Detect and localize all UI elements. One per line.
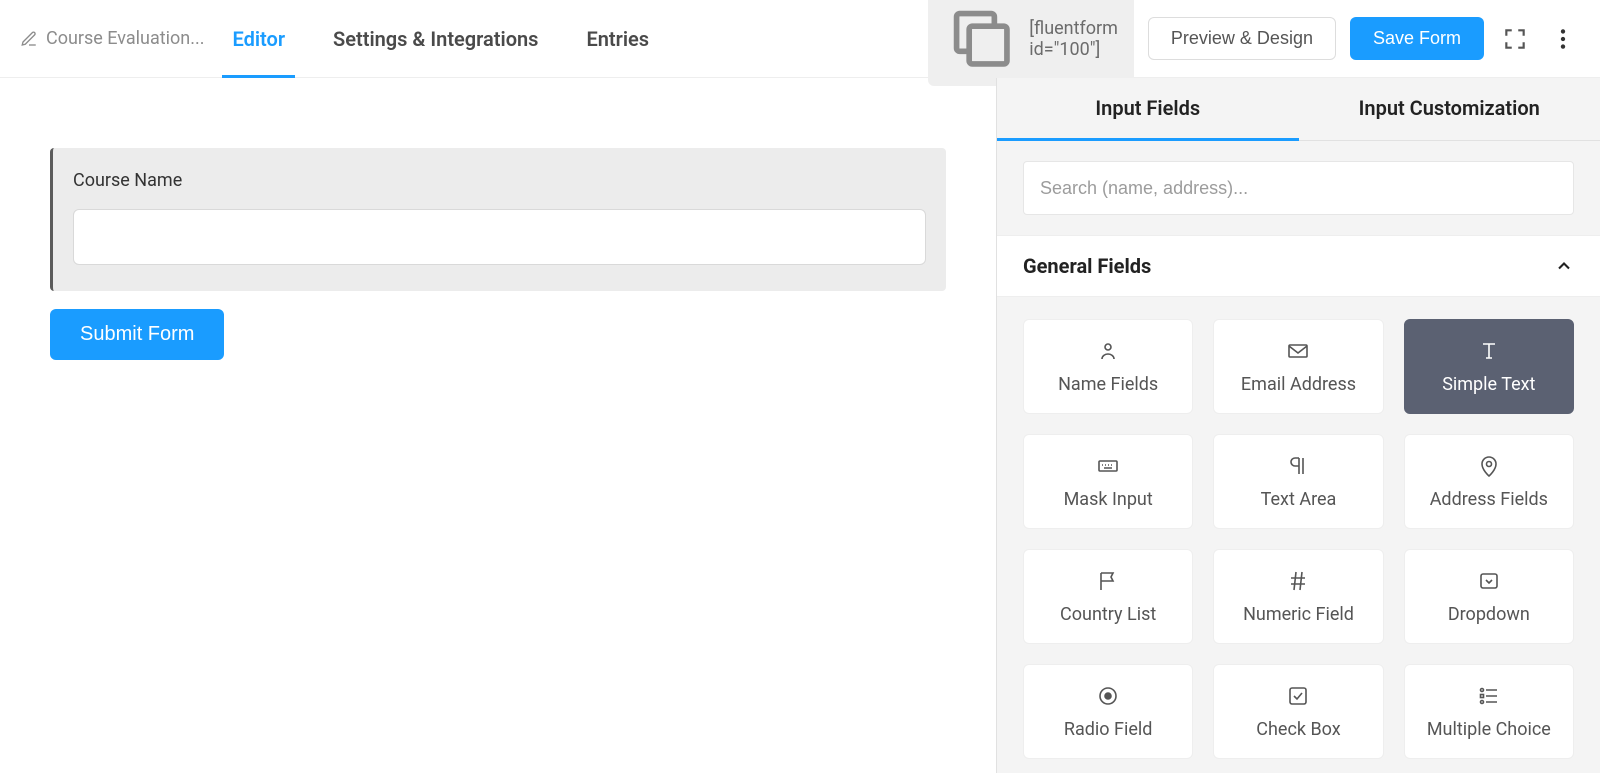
- dropdown-icon: [1476, 568, 1502, 594]
- tab-input-customization[interactable]: Input Customization: [1299, 78, 1600, 141]
- fullscreen-icon: [1502, 26, 1528, 52]
- field-card-label: Country List: [1060, 604, 1156, 625]
- field-card-label: Simple Text: [1442, 374, 1535, 395]
- sidebar-tabs: Input Fields Input Customization: [997, 78, 1600, 141]
- sidebar: Input Fields Input Customization General…: [996, 78, 1600, 773]
- radio-icon: [1095, 683, 1121, 709]
- topbar-right: [fluentform id="100"] Preview & Design S…: [928, 0, 1580, 86]
- search-wrap: [997, 141, 1600, 235]
- tab-input-fields[interactable]: Input Fields: [997, 78, 1299, 141]
- checkbox-icon: [1285, 683, 1311, 709]
- field-card-radio-field[interactable]: Radio Field: [1023, 664, 1193, 759]
- search-input[interactable]: [1023, 161, 1574, 215]
- form-title-text: Course Evaluation...: [46, 28, 204, 49]
- mappin-icon: [1476, 453, 1502, 479]
- field-label: Course Name: [73, 170, 926, 191]
- edit-icon: [20, 30, 38, 48]
- field-card-mask-input[interactable]: Mask Input: [1023, 434, 1193, 529]
- field-input-preview: [73, 209, 926, 265]
- shortcode-box[interactable]: [fluentform id="100"]: [928, 0, 1134, 86]
- field-card-label: Address Fields: [1430, 489, 1548, 510]
- user-icon: [1095, 338, 1121, 364]
- field-card-simple-text[interactable]: Simple Text: [1404, 319, 1574, 414]
- section-general-fields[interactable]: General Fields: [997, 235, 1600, 297]
- field-card-multiple-choice[interactable]: Multiple Choice: [1404, 664, 1574, 759]
- field-card-label: Numeric Field: [1243, 604, 1354, 625]
- field-card-country-list[interactable]: Country List: [1023, 549, 1193, 644]
- shortcode-text: [fluentform id="100"]: [1029, 18, 1118, 60]
- form-field-block[interactable]: Course Name: [50, 148, 946, 291]
- field-card-numeric-field[interactable]: Numeric Field: [1213, 549, 1383, 644]
- submit-button[interactable]: Submit Form: [50, 309, 224, 360]
- nav-tabs: Editor Settings & Integrations Entries: [232, 1, 649, 77]
- preview-button[interactable]: Preview & Design: [1148, 17, 1336, 60]
- mail-icon: [1285, 338, 1311, 364]
- tab-settings[interactable]: Settings & Integrations: [333, 1, 538, 77]
- topbar: Course Evaluation... Editor Settings & I…: [0, 0, 1600, 78]
- form-title[interactable]: Course Evaluation...: [20, 28, 204, 49]
- field-card-label: Dropdown: [1448, 604, 1530, 625]
- field-card-address-fields[interactable]: Address Fields: [1404, 434, 1574, 529]
- copy-icon: [944, 1, 1020, 77]
- topbar-left: Course Evaluation... Editor Settings & I…: [20, 1, 649, 77]
- paragraph-icon: [1285, 453, 1311, 479]
- section-title: General Fields: [1023, 254, 1151, 278]
- field-card-name-fields[interactable]: Name Fields: [1023, 319, 1193, 414]
- more-vertical-icon: [1550, 26, 1576, 52]
- fields-grid: Name Fields Email Address Simple Text Mask …: [997, 297, 1600, 773]
- field-card-label: Text Area: [1261, 489, 1337, 510]
- text-icon: [1476, 338, 1502, 364]
- fullscreen-button[interactable]: [1498, 22, 1532, 56]
- field-card-check-box[interactable]: Check Box: [1213, 664, 1383, 759]
- form-canvas: Course Name Submit Form: [0, 78, 996, 773]
- chevron-up-icon: [1554, 256, 1574, 276]
- save-button[interactable]: Save Form: [1350, 17, 1484, 60]
- tab-entries[interactable]: Entries: [586, 1, 649, 77]
- main: Course Name Submit Form Input Fields Inp…: [0, 78, 1600, 773]
- tab-editor[interactable]: Editor: [232, 1, 285, 77]
- field-card-text-area[interactable]: Text Area: [1213, 434, 1383, 529]
- list-icon: [1476, 683, 1502, 709]
- field-card-email-address[interactable]: Email Address: [1213, 319, 1383, 414]
- field-card-label: Mask Input: [1064, 489, 1153, 510]
- field-card-dropdown[interactable]: Dropdown: [1404, 549, 1574, 644]
- field-card-label: Check Box: [1256, 719, 1340, 740]
- field-card-label: Multiple Choice: [1427, 719, 1551, 740]
- flag-icon: [1095, 568, 1121, 594]
- field-card-label: Email Address: [1241, 374, 1356, 395]
- keyboard-icon: [1095, 453, 1121, 479]
- more-button[interactable]: [1546, 22, 1580, 56]
- field-card-label: Name Fields: [1058, 374, 1158, 395]
- field-card-label: Radio Field: [1064, 719, 1153, 740]
- hash-icon: [1285, 568, 1311, 594]
